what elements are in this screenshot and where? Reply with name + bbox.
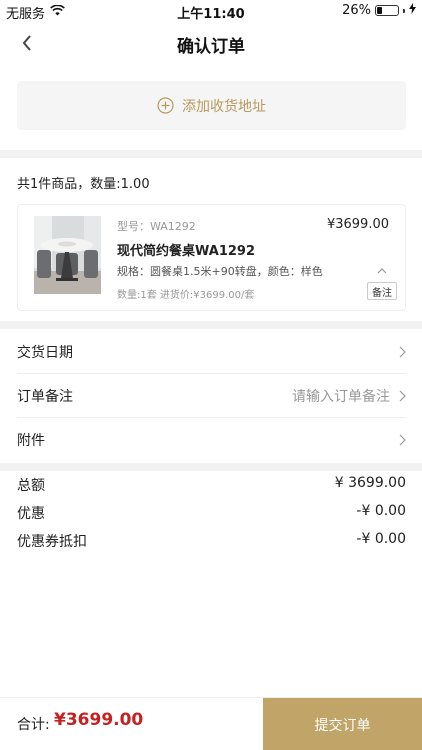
battery-fill xyxy=(377,7,383,14)
status-right: 26% xyxy=(342,3,416,18)
discount-label: 优惠 xyxy=(17,506,45,522)
order-note-input[interactable]: 请输入订单备注 xyxy=(292,386,390,406)
plus-circle-icon xyxy=(157,97,174,114)
attachment-row[interactable]: 附件 xyxy=(17,418,406,462)
discount-row: 优惠 -¥ 0.00 xyxy=(17,503,406,523)
attachment-right xyxy=(398,434,406,446)
product-quantity-price: 数量:1套 进货价:¥3699.00/套 xyxy=(117,290,255,301)
product-note-button[interactable]: 备注 xyxy=(367,282,397,300)
order-note-label: 订单备注 xyxy=(17,388,73,405)
delivery-date-label: 交货日期 xyxy=(17,344,73,361)
product-model: 型号：WA1292 xyxy=(117,220,196,233)
total-value: ¥ 3699.00 xyxy=(334,475,406,491)
order-note-right: 请输入订单备注 xyxy=(292,386,406,406)
delivery-date-row[interactable]: 交货日期 xyxy=(17,330,406,374)
chevron-right-icon xyxy=(399,346,406,357)
add-address-button[interactable]: 添加收货地址 xyxy=(17,81,406,130)
add-address-label: 添加收货地址 xyxy=(182,98,266,115)
submit-order-button[interactable]: 提交订单 xyxy=(263,698,422,750)
nav-bar: 确认订单 xyxy=(0,22,422,66)
sum-value: ¥3699.00 xyxy=(54,710,144,730)
chevron-right-icon xyxy=(399,390,406,401)
section-divider xyxy=(0,321,422,329)
battery-percent: 26% xyxy=(342,3,371,18)
section-divider xyxy=(0,150,422,158)
product-name: 现代简约餐桌WA1292 xyxy=(117,244,255,259)
coupon-row: 优惠券抵扣 -¥ 0.00 xyxy=(17,531,406,551)
order-summary: 共1件商品，数量:1.00 xyxy=(17,177,150,192)
coupon-value: -¥ 0.00 xyxy=(356,531,406,547)
coupon-label: 优惠券抵扣 xyxy=(17,534,87,550)
product-price: ¥3699.00 xyxy=(326,217,389,232)
discount-value: -¥ 0.00 xyxy=(356,503,406,519)
total-label: 总额 xyxy=(17,478,45,494)
product-spec: 规格：圆餐桌1.5米+90转盘，颜色：样色 xyxy=(117,265,323,278)
delivery-date-right xyxy=(398,346,406,358)
product-card: 型号：WA1292 ¥3699.00 现代简约餐桌WA1292 规格：圆餐桌1.… xyxy=(17,204,406,311)
total-row: 总额 ¥ 3699.00 xyxy=(17,475,406,495)
battery-icon xyxy=(375,5,399,16)
battery-cap xyxy=(403,8,405,13)
charging-icon xyxy=(409,3,416,18)
chevron-up-icon[interactable] xyxy=(375,263,389,277)
section-divider xyxy=(0,463,422,471)
status-bar: 无服务 上午11:40 26% xyxy=(0,0,422,22)
sum-label: 合计: xyxy=(17,717,50,733)
order-note-row[interactable]: 订单备注 请输入订单备注 xyxy=(17,374,406,418)
attachment-label: 附件 xyxy=(17,433,45,449)
bottom-bar: 合计: ¥3699.00 提交订单 xyxy=(0,697,422,750)
page-title: 确认订单 xyxy=(177,37,245,57)
product-image xyxy=(34,216,101,294)
chevron-right-icon xyxy=(399,434,406,446)
